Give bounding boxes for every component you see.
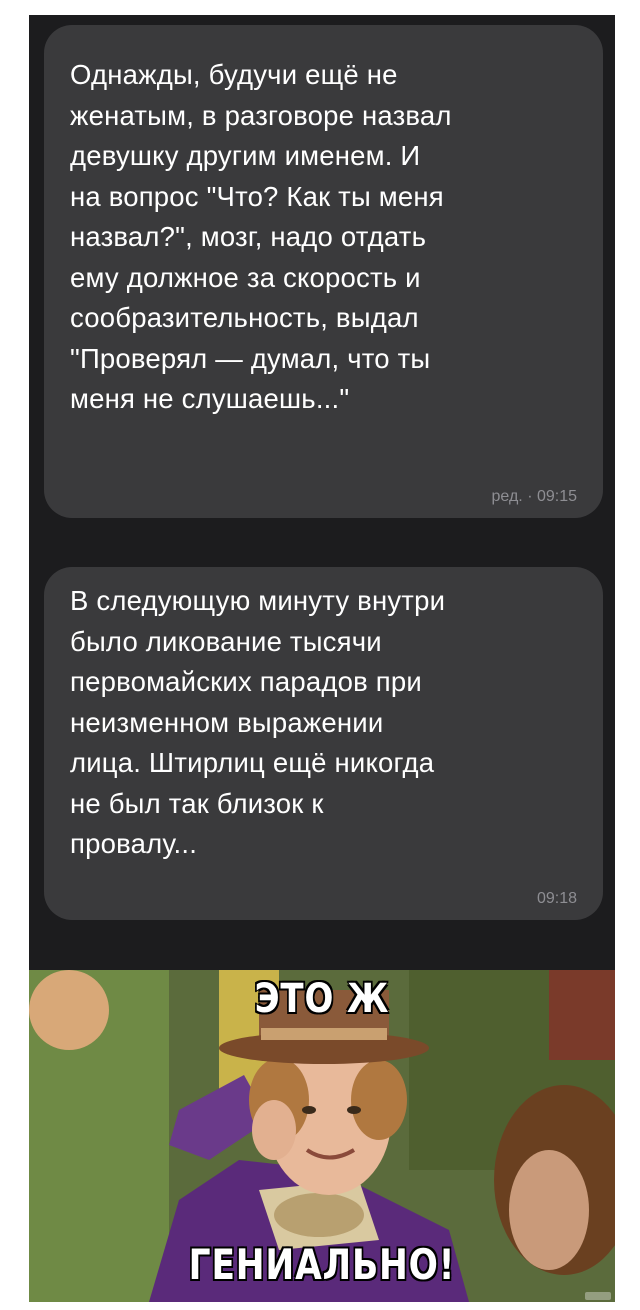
message-bubble[interactable]: В следующую минуту внутри было ликование…	[44, 567, 603, 920]
message-bubble[interactable]: Однажды, будучи ещё не женатым, в разгов…	[44, 25, 603, 518]
message-text: В следующую минуту внутри было ликование…	[70, 585, 446, 859]
meme-bottom-caption: ГЕНИАЛЬНО!	[188, 1239, 456, 1290]
meme-image: ЭТО Ж ГЕНИАЛЬНО!	[29, 970, 615, 1302]
message-timestamp: 09:18	[536, 890, 577, 907]
message-text: Однажды, будучи ещё не женатым, в разгов…	[70, 59, 452, 414]
chat-screenshot: Однажды, будучи ещё не женатым, в разгов…	[29, 15, 615, 970]
meme-top-caption: ЭТО Ж	[254, 975, 390, 1023]
watermark-logo	[585, 1292, 611, 1300]
message-timestamp: ред. · 09:15	[491, 488, 577, 505]
